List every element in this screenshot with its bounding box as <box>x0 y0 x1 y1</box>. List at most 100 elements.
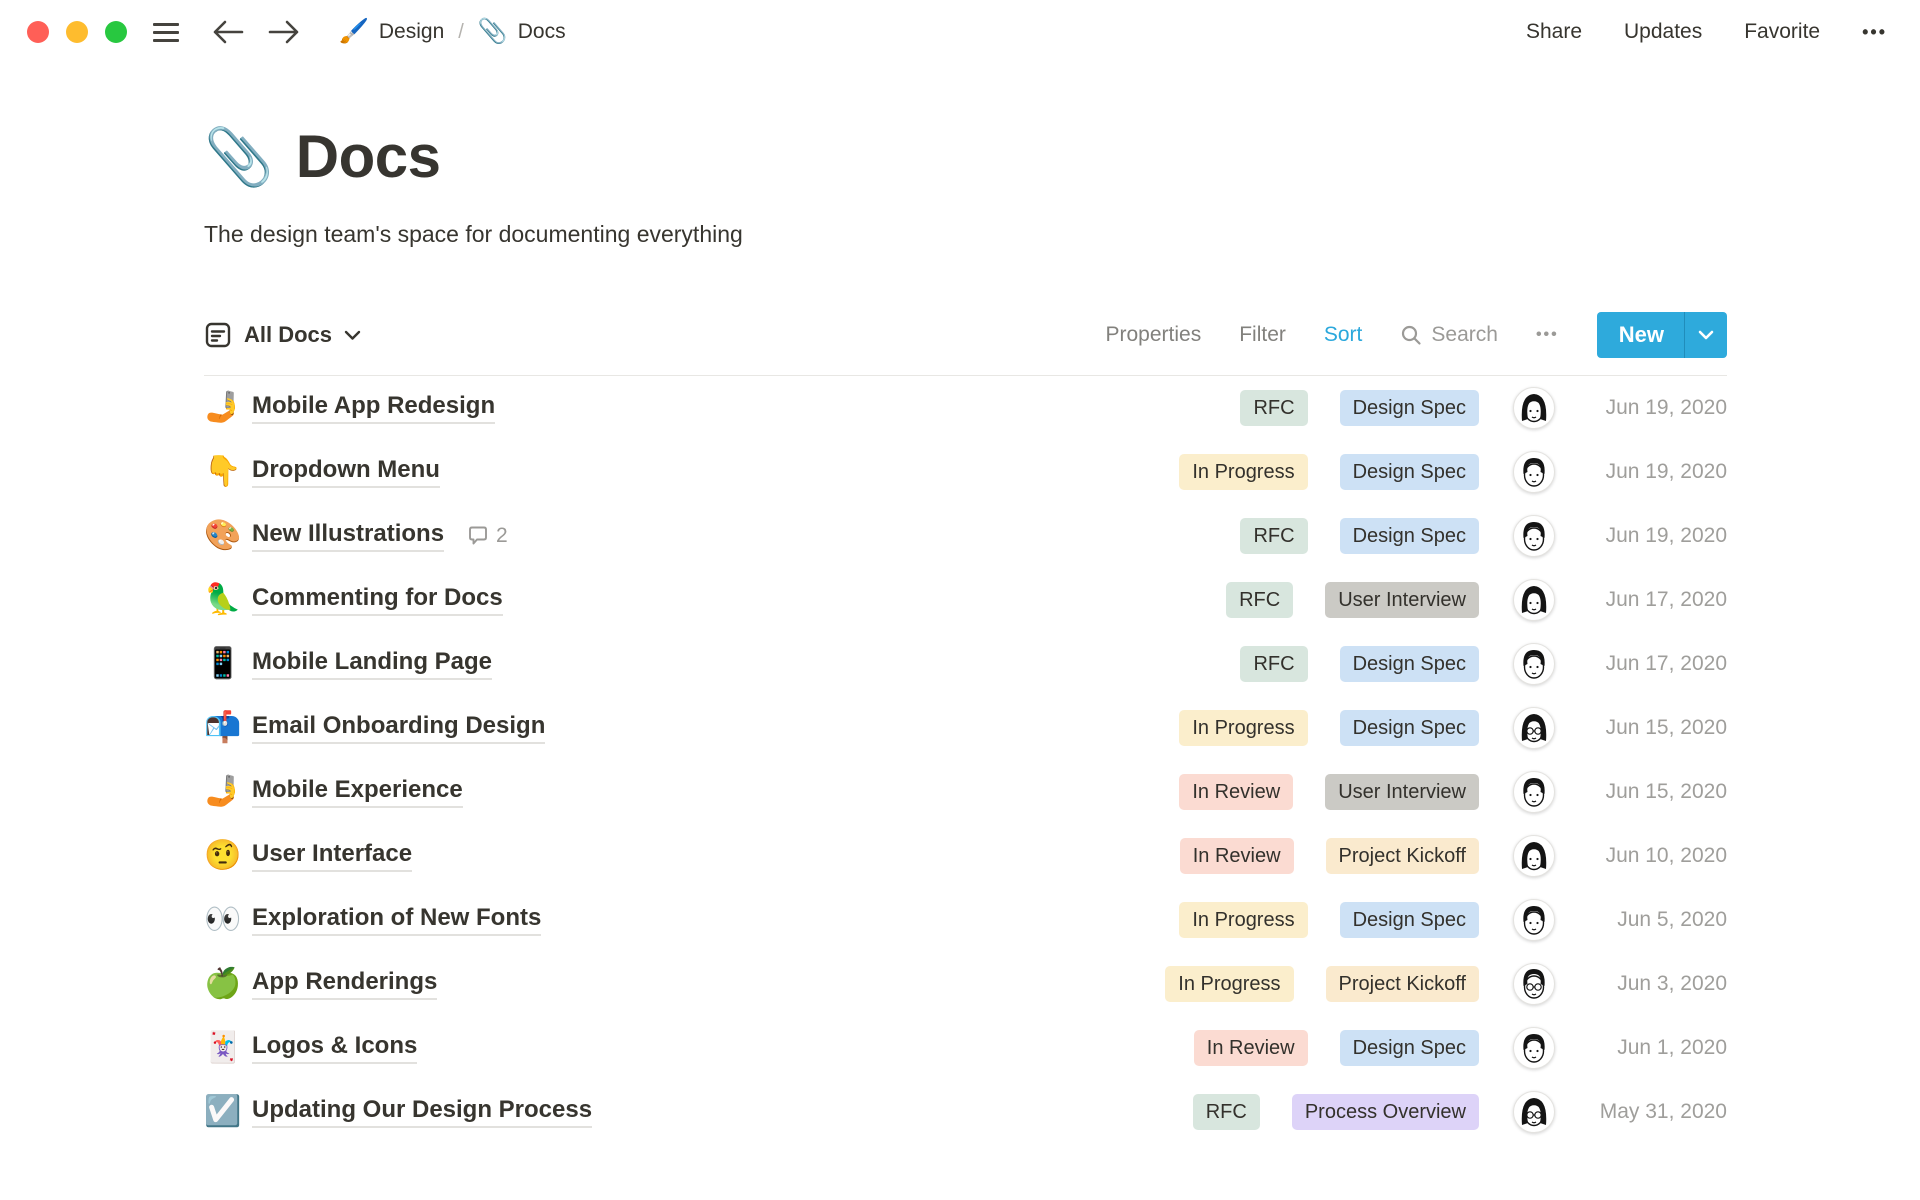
comment-count-value: 2 <box>496 524 508 547</box>
table-row[interactable]: 🦜 Commenting for Docs RFC User Interview… <box>204 568 1727 632</box>
checkbox-emoji-icon: ☑️ <box>204 1095 242 1128</box>
doc-title-link[interactable]: App Renderings <box>252 968 438 1000</box>
table-row[interactable]: 🤨 User Interface In Review Project Kicko… <box>204 824 1727 888</box>
selfie-emoji-icon: 🤳 <box>204 775 242 808</box>
breadcrumb-label: Design <box>378 20 445 43</box>
new-button[interactable]: New <box>1596 312 1727 358</box>
sort-button[interactable]: Sort <box>1324 323 1363 347</box>
doc-type-badge[interactable]: Design Spec <box>1339 518 1479 554</box>
collection-more-icon[interactable]: ••• <box>1536 326 1559 344</box>
status-badge[interactable]: In Review <box>1179 774 1294 810</box>
table-row[interactable]: 🤳 Mobile Experience In Review User Inter… <box>204 760 1727 824</box>
person-avatar[interactable] <box>1513 771 1555 813</box>
doc-type-badge[interactable]: Design Spec <box>1339 390 1479 426</box>
breadcrumb-item-docs[interactable]: 📎 Docs <box>470 16 574 48</box>
new-button-dropdown[interactable] <box>1684 312 1727 358</box>
view-switcher[interactable]: All Docs <box>204 321 361 349</box>
status-badge[interactable]: In Progress <box>1165 966 1294 1002</box>
doc-type-badge[interactable]: Design Spec <box>1339 1030 1479 1066</box>
status-badge[interactable]: RFC <box>1240 390 1308 426</box>
table-row[interactable]: 🃏 Logos & Icons In Review Design Spec Ju… <box>204 1016 1727 1080</box>
page-icon-paperclip[interactable]: 📎 <box>204 128 274 185</box>
doc-title-link[interactable]: Dropdown Menu <box>252 456 440 488</box>
person-avatar[interactable] <box>1513 451 1555 493</box>
doc-title-link[interactable]: Commenting for Docs <box>252 584 503 616</box>
table-row[interactable]: 📱 Mobile Landing Page RFC Design Spec Ju… <box>204 632 1727 696</box>
person-avatar[interactable] <box>1513 1027 1555 1069</box>
status-badge[interactable]: RFC <box>1192 1094 1260 1130</box>
traffic-lights <box>27 21 127 43</box>
breadcrumb: 🖌️ Design / 📎 Docs <box>331 16 574 48</box>
person-avatar[interactable] <box>1513 579 1555 621</box>
zoom-window-button[interactable] <box>105 21 127 43</box>
doc-title-link[interactable]: Updating Our Design Process <box>252 1096 593 1128</box>
table-row[interactable]: 📬 Email Onboarding Design In Progress De… <box>204 696 1727 760</box>
search-label: Search <box>1431 323 1498 346</box>
page-title: Docs <box>295 123 441 190</box>
forward-arrow-icon[interactable] <box>267 19 301 45</box>
doc-type-badge[interactable]: Design Spec <box>1339 454 1479 490</box>
breadcrumb-item-design[interactable]: 🖌️ Design <box>331 16 452 48</box>
updates-button[interactable]: Updates <box>1624 20 1702 44</box>
table-row[interactable]: 👇 Dropdown Menu In Progress Design Spec … <box>204 440 1727 504</box>
doc-title-link[interactable]: Mobile Landing Page <box>252 648 493 680</box>
person-avatar[interactable] <box>1513 963 1555 1005</box>
doc-type-badge[interactable]: Process Overview <box>1291 1094 1479 1130</box>
sidebar-toggle-icon[interactable] <box>153 22 179 42</box>
table-row[interactable]: 🍏 App Renderings In Progress Project Kic… <box>204 952 1727 1016</box>
more-options-icon[interactable]: ••• <box>1862 22 1887 43</box>
person-avatar[interactable] <box>1513 387 1555 429</box>
person-avatar[interactable] <box>1513 899 1555 941</box>
green-apple-emoji-icon: 🍏 <box>204 967 242 1000</box>
comment-count[interactable]: 2 <box>466 524 508 548</box>
table-row[interactable]: 🤳 Mobile App Redesign RFC Design Spec Ju… <box>204 376 1727 440</box>
doc-title-link[interactable]: Email Onboarding Design <box>252 712 546 744</box>
person-avatar[interactable] <box>1513 835 1555 877</box>
status-badge[interactable]: In Review <box>1193 1030 1308 1066</box>
doc-type-badge[interactable]: Design Spec <box>1339 710 1479 746</box>
minimize-window-button[interactable] <box>66 21 88 43</box>
person-avatar[interactable] <box>1513 643 1555 685</box>
status-badge[interactable]: In Progress <box>1179 454 1308 490</box>
status-badge[interactable]: In Progress <box>1179 902 1308 938</box>
doc-type-badge[interactable]: Design Spec <box>1339 646 1479 682</box>
share-button[interactable]: Share <box>1526 20 1582 44</box>
doc-type-badge[interactable]: Project Kickoff <box>1325 966 1479 1002</box>
doc-type-badge[interactable]: Design Spec <box>1339 902 1479 938</box>
person-avatar[interactable] <box>1513 515 1555 557</box>
person-avatar[interactable] <box>1513 1091 1555 1133</box>
back-arrow-icon[interactable] <box>211 19 245 45</box>
favorite-button[interactable]: Favorite <box>1744 20 1820 44</box>
doc-title-link[interactable]: Logos & Icons <box>252 1032 418 1064</box>
raised-eyebrow-emoji-icon: 🤨 <box>204 839 242 872</box>
table-row[interactable]: 🎨 New Illustrations 2 RFC Design Spec Ju… <box>204 504 1727 568</box>
breadcrumb-separator: / <box>458 20 464 43</box>
status-badge[interactable]: RFC <box>1240 518 1308 554</box>
view-label: All Docs <box>244 322 333 347</box>
close-window-button[interactable] <box>27 21 49 43</box>
table-row[interactable]: 👀 Exploration of New Fonts In Progress D… <box>204 888 1727 952</box>
doc-type-badge[interactable]: Project Kickoff <box>1325 838 1479 874</box>
comment-bubble-icon <box>469 526 487 545</box>
status-badge[interactable]: RFC <box>1226 582 1294 618</box>
search-button[interactable]: Search <box>1400 323 1498 347</box>
doc-title-link[interactable]: User Interface <box>252 840 413 872</box>
person-avatar[interactable] <box>1513 707 1555 749</box>
doc-type-badge[interactable]: User Interview <box>1325 582 1479 618</box>
edited-date: Jun 19, 2020 <box>1605 460 1727 483</box>
new-button-label[interactable]: New <box>1597 312 1684 358</box>
doc-type-badge[interactable]: User Interview <box>1325 774 1479 810</box>
status-badge[interactable]: In Progress <box>1179 710 1308 746</box>
filter-button[interactable]: Filter <box>1239 323 1286 347</box>
doc-title-link[interactable]: Mobile Experience <box>252 776 463 808</box>
table-row[interactable]: ☑️ Updating Our Design Process RFC Proce… <box>204 1080 1727 1144</box>
properties-button[interactable]: Properties <box>1105 323 1201 347</box>
doc-title-link[interactable]: Exploration of New Fonts <box>252 904 542 936</box>
edited-date: Jun 19, 2020 <box>1605 396 1727 419</box>
doc-title-link[interactable]: New Illustrations <box>252 520 445 552</box>
paintbrush-icon: 🖌️ <box>339 18 369 45</box>
status-badge[interactable]: In Review <box>1179 838 1294 874</box>
doc-title-link[interactable]: Mobile App Redesign <box>252 392 496 424</box>
status-badge[interactable]: RFC <box>1240 646 1308 682</box>
edited-date: Jun 17, 2020 <box>1605 652 1727 675</box>
